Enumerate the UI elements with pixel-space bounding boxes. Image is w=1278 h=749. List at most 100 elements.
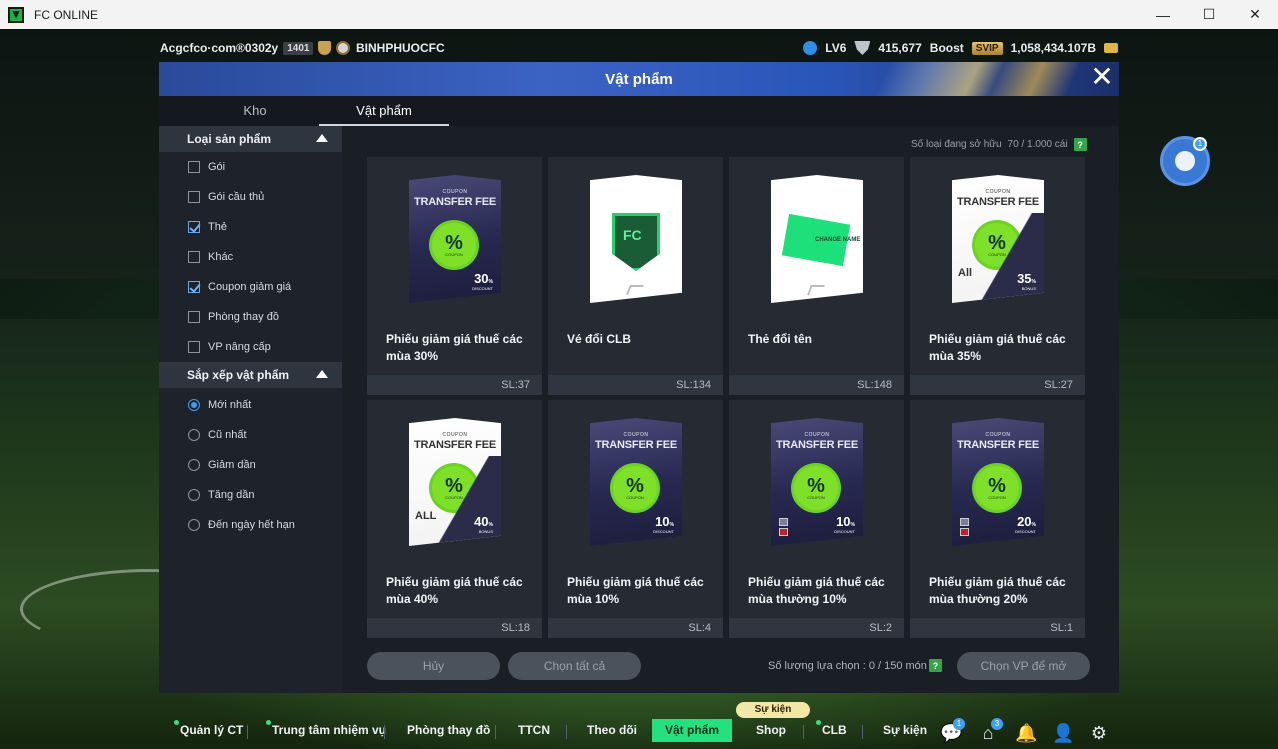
bp-value: 1,058,434.107B <box>1010 41 1096 55</box>
help-icon[interactable]: ? <box>929 659 942 672</box>
filter-option[interactable]: Gói <box>159 152 342 182</box>
checkbox[interactable] <box>188 341 200 353</box>
radio[interactable] <box>188 429 200 441</box>
profile-icon[interactable]: 👤 <box>1052 723 1074 743</box>
item-quantity: SL:4 <box>548 618 723 638</box>
sort-option[interactable]: Cũ nhất <box>159 420 342 450</box>
sort-option[interactable]: Tăng dần <box>159 480 342 510</box>
tab-vat-pham[interactable]: Vật phẩm <box>319 96 449 126</box>
filter-option[interactable]: VP nâng cấp <box>159 332 342 362</box>
select-all-button[interactable]: Chọn tất cả <box>508 652 641 680</box>
item-name: Phiếu giảm giá thuế các mùa 40% <box>386 575 523 606</box>
level-icon <box>803 41 818 55</box>
filter-option[interactable]: Gói cầu thủ <box>159 182 342 212</box>
sort-option-label: Giảm dần <box>208 459 256 471</box>
discount-badge-icon: % COUPON <box>432 223 476 267</box>
item-card[interactable]: COUPON TRANSFER FEE% COUPON 10% DISCOUNT Phiế… <box>729 400 904 638</box>
radio[interactable] <box>188 519 200 531</box>
nav-shop[interactable]: Shop <box>756 723 786 737</box>
item-card[interactable]: COUPON TRANSFER FEE% COUPON ALL 40% BONUS Phiế… <box>367 400 542 638</box>
item-name: Vé đổi CLB <box>567 332 632 346</box>
bottom-nav: Quản lý CT Trung tâm nhiệm vụ Phòng thay… <box>0 715 1278 749</box>
item-name: Phiếu giảm giá thuế các mùa 30% <box>386 332 523 363</box>
product-type-header[interactable]: Loại sản phẩm <box>159 126 342 152</box>
checkbox[interactable] <box>188 221 200 233</box>
collapse-triangle-icon[interactable] <box>316 134 328 142</box>
checkbox[interactable] <box>188 281 200 293</box>
event-tag: Sự kiện <box>736 702 810 718</box>
tab-kho[interactable]: Kho <box>199 96 311 126</box>
collapse-triangle-icon[interactable] <box>316 370 328 378</box>
item-quantity: SL:1 <box>910 618 1085 638</box>
sort-option[interactable]: Đến ngày hết hạn <box>159 510 342 540</box>
nav-trung-tam-nhiem-vu[interactable]: Trung tâm nhiệm vụ <box>266 720 386 737</box>
filter-option[interactable]: Khác <box>159 242 342 272</box>
item-card[interactable]: FC Vé đổi CLB SL:134 <box>548 157 723 395</box>
sort-option[interactable]: Giảm dần <box>159 450 342 480</box>
filter-option-label: Gói <box>208 161 226 173</box>
nav-vat-pham[interactable]: Vật phẩm <box>652 719 732 742</box>
items-panel: Vật phẩm Kho Vật phẩm Loại sản phẩm Gói G… <box>159 62 1119 693</box>
selection-count: Số lượng lựa chọn : 0 / 150 món <box>768 660 927 672</box>
filter-option[interactable]: Coupon giảm giá <box>159 272 342 302</box>
sort-option-label: Đến ngày hết hạn <box>208 519 295 531</box>
open-items-button[interactable]: Chọn VP để mở <box>957 652 1090 680</box>
discount-badge-icon: % COUPON <box>794 466 838 510</box>
item-name: Phiếu giảm giá thuế các mùa thường 20% <box>929 575 1066 606</box>
filter-option[interactable]: Thẻ <box>159 212 342 242</box>
owned-label: Số loại đang sở hữu <box>911 139 1002 150</box>
radio[interactable] <box>188 489 200 501</box>
status-bar: Acgcfco·com®0302y 1401 BINHPHUOCFC LV6 4… <box>0 36 1278 60</box>
item-quantity: SL:148 <box>729 375 904 395</box>
level-text: LV6 <box>825 41 847 55</box>
nav-clb[interactable]: CLB <box>816 720 847 737</box>
nav-ttcn[interactable]: TTCN <box>518 723 550 737</box>
item-name: Thẻ đổi tên <box>748 332 812 346</box>
boost-label[interactable]: Boost <box>930 41 964 55</box>
radio[interactable] <box>188 399 200 411</box>
filter-option-label: Khác <box>208 251 234 263</box>
help-icon[interactable]: ? <box>1073 138 1087 151</box>
bp-coin-icon <box>1104 43 1118 53</box>
club-crest-icon <box>336 41 350 55</box>
maximize-button[interactable]: ☐ <box>1186 0 1232 29</box>
cancel-button[interactable]: Hủy <box>367 652 500 680</box>
messenger-button[interactable]: 1 <box>1160 136 1210 186</box>
window-titlebar: FC ONLINE — ☐ ✕ <box>0 0 1278 29</box>
nav-quan-ly-ct[interactable]: Quản lý CT <box>174 720 243 737</box>
checkbox[interactable] <box>188 251 200 263</box>
coupon-ticket-image: COUPON TRANSFER FEE% COUPON 20% DISCOUNT <box>952 418 1044 546</box>
close-window-button[interactable]: ✕ <box>1232 0 1278 29</box>
nav-su-kien[interactable]: Sự kiện <box>883 723 927 737</box>
coupon-ticket-image: COUPON TRANSFER FEE% COUPON 10% DISCOUNT <box>771 418 863 546</box>
club-name: BINHPHUOCFC <box>356 41 445 55</box>
messenger-badge: 1 <box>1193 137 1207 151</box>
sort-option[interactable]: Mới nhất <box>159 390 342 420</box>
trophy-icon <box>854 41 871 55</box>
radio[interactable] <box>188 459 200 471</box>
club-ticket-image: FC <box>590 175 682 303</box>
checkbox[interactable] <box>188 161 200 173</box>
window-title: FC ONLINE <box>34 7 99 22</box>
coupon-ticket-image: COUPON TRANSFER FEE% COUPON 30% DISCOUNT <box>409 175 501 303</box>
bell-icon[interactable]: 🔔 <box>1015 723 1037 743</box>
nav-phong-thay-do[interactable]: Phòng thay đồ <box>407 723 490 737</box>
checkbox[interactable] <box>188 311 200 323</box>
chat-icon[interactable]: 💬 1 <box>940 718 965 743</box>
svip-badge[interactable]: SVIP <box>971 41 1003 55</box>
item-card[interactable]: COUPON TRANSFER FEE% COUPON 10% DISCOUNT Phiế… <box>548 400 723 638</box>
sort-header[interactable]: Sắp xếp vật phẩm <box>159 362 342 388</box>
nav-theo-doi[interactable]: Theo dõi <box>587 723 637 737</box>
gear-icon[interactable]: ⚙ <box>1089 723 1109 743</box>
item-card[interactable]: COUPON TRANSFER FEE% COUPON 30% DISCOUNT Phiế… <box>367 157 542 395</box>
item-card[interactable]: CHANGE NAME Thẻ đổi tên SL:148 <box>729 157 904 395</box>
home-icon[interactable]: ⌂ 3 <box>978 718 1003 743</box>
item-card[interactable]: COUPON TRANSFER FEE% COUPON All 35% BONUS Phiế… <box>910 157 1085 395</box>
account-code: 1401 <box>283 41 314 55</box>
filter-option[interactable]: Phòng thay đồ <box>159 302 342 332</box>
minimize-button[interactable]: — <box>1140 0 1186 29</box>
close-panel-button[interactable]: ✕ <box>1090 63 1114 91</box>
discount-badge-icon: % COUPON <box>975 223 1019 267</box>
checkbox[interactable] <box>188 191 200 203</box>
item-card[interactable]: COUPON TRANSFER FEE% COUPON 20% DISCOUNT Phiế… <box>910 400 1085 638</box>
